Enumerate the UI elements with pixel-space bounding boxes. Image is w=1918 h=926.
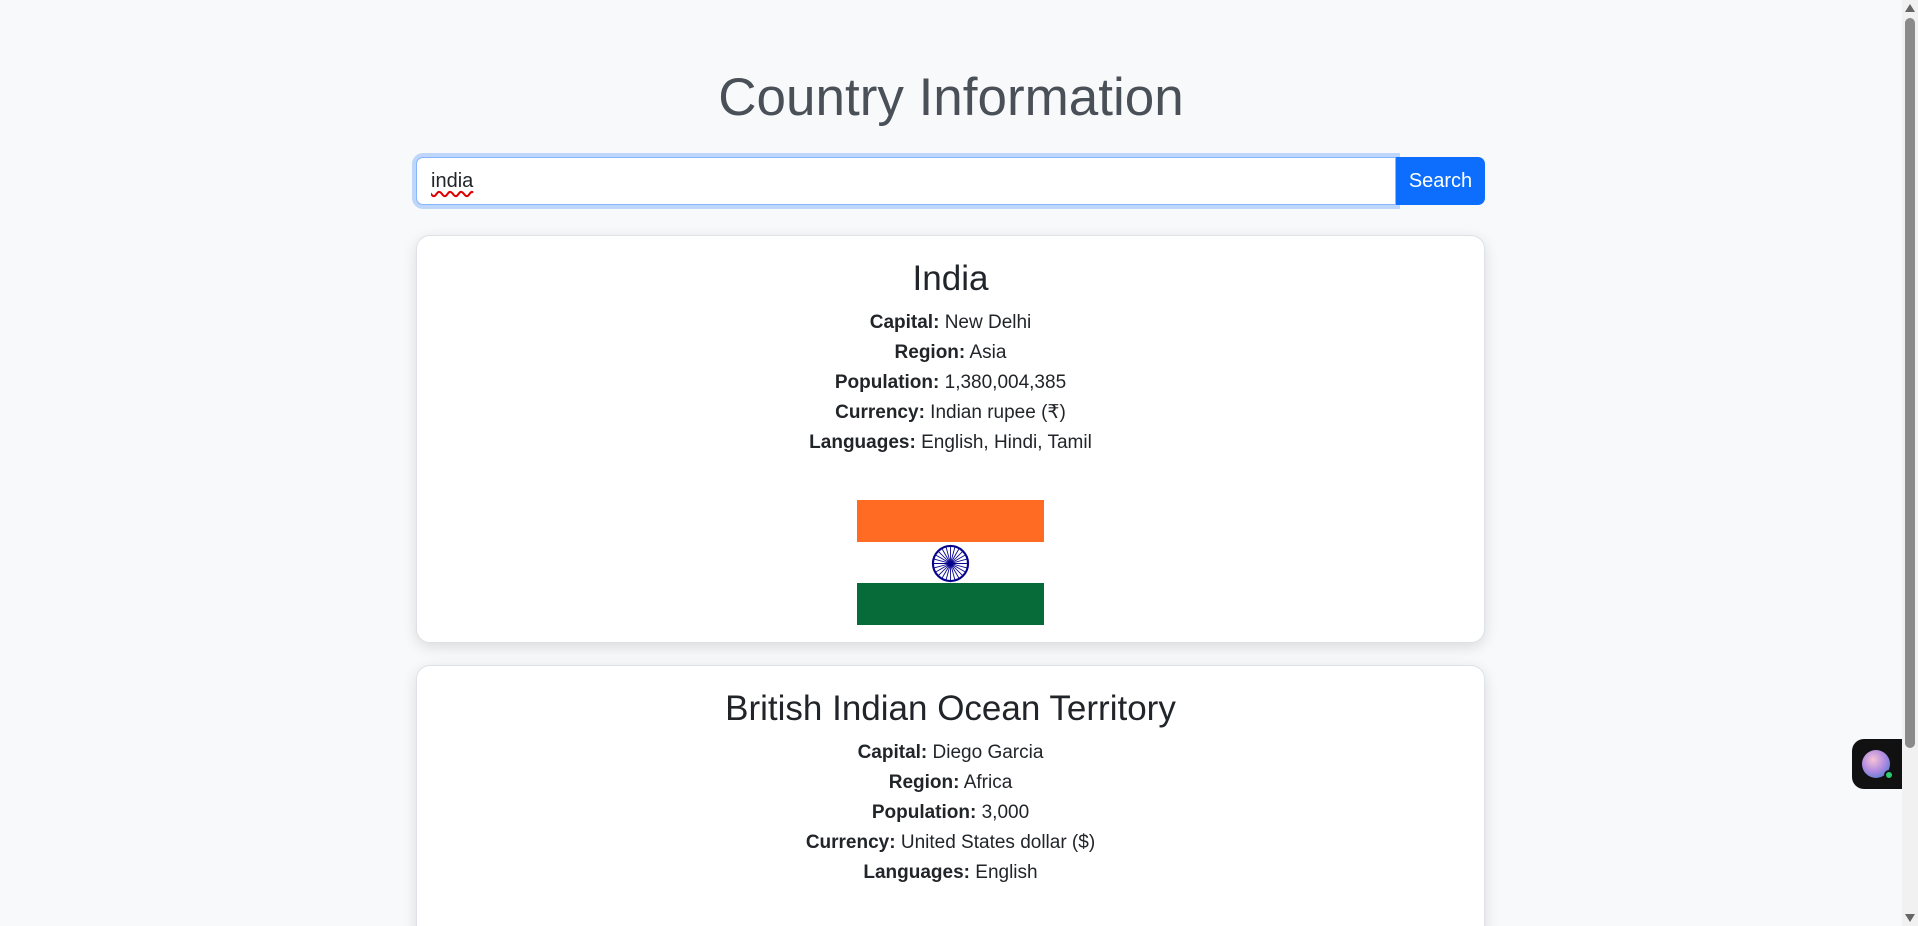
- scroll-down-arrow-icon[interactable]: [1905, 914, 1915, 922]
- languages-row: Languages: English, Hindi, Tamil: [417, 428, 1484, 458]
- field-value: English, Hindi, Tamil: [921, 432, 1092, 453]
- ashoka-chakra-icon: [931, 544, 970, 582]
- field-value: Indian rupee (₹): [930, 402, 1066, 423]
- population-row: Population: 3,000: [417, 798, 1484, 828]
- field-label: Capital:: [869, 312, 940, 333]
- currency-row: Currency: United States dollar ($): [417, 828, 1484, 858]
- country-details: Capital: Diego Garcia Region: Africa Pop…: [417, 738, 1484, 888]
- currency-row: Currency: Indian rupee (₹): [417, 398, 1484, 428]
- india-flag-icon: [857, 500, 1044, 625]
- field-label: Region:: [888, 772, 960, 793]
- online-status-icon: [1884, 770, 1894, 780]
- flag-saffron-stripe: [857, 500, 1044, 542]
- country-name: India: [912, 259, 989, 298]
- country-details: Capital: New Delhi Region: Asia Populati…: [417, 308, 1484, 458]
- region-row: Region: Africa: [417, 768, 1484, 798]
- flag-green-stripe: [857, 583, 1044, 625]
- field-label: Languages:: [863, 862, 970, 883]
- field-value: Diego Garcia: [932, 742, 1044, 763]
- population-row: Population: 1,380,004,385: [417, 368, 1484, 398]
- field-value: English: [975, 862, 1038, 883]
- field-value: Asia: [969, 342, 1007, 363]
- field-label: Currency:: [805, 832, 896, 853]
- scrollbar-thumb[interactable]: [1905, 18, 1915, 748]
- search-input-value: india: [431, 169, 474, 192]
- field-label: Capital:: [857, 742, 928, 763]
- vertical-scrollbar[interactable]: [1902, 0, 1918, 926]
- flag-white-stripe: [857, 541, 1044, 584]
- search-button[interactable]: Search: [1396, 157, 1485, 205]
- field-value: 1,380,004,385: [944, 372, 1067, 393]
- field-value: Africa: [963, 772, 1013, 793]
- country-card: British Indian Ocean Territory Capital: …: [416, 665, 1485, 926]
- field-value: United States dollar ($): [900, 832, 1096, 853]
- country-name: British Indian Ocean Territory: [725, 689, 1176, 728]
- assistant-button[interactable]: [1852, 739, 1902, 789]
- capital-row: Capital: Diego Garcia: [417, 738, 1484, 768]
- search-input[interactable]: india: [416, 157, 1396, 205]
- field-label: Currency:: [835, 402, 925, 423]
- country-card: India Capital: New Delhi Region: Asia Po…: [416, 235, 1485, 643]
- languages-row: Languages: English: [417, 858, 1484, 888]
- field-label: Languages:: [809, 432, 916, 453]
- page-title: Country Information: [718, 68, 1184, 127]
- field-label: Population:: [834, 372, 940, 393]
- field-label: Region:: [894, 342, 966, 363]
- field-value: New Delhi: [944, 312, 1032, 333]
- region-row: Region: Asia: [417, 338, 1484, 368]
- page: Country Information india Search India C…: [0, 0, 1918, 926]
- field-label: Population:: [871, 802, 977, 823]
- scroll-up-arrow-icon[interactable]: [1905, 4, 1915, 12]
- field-value: 3,000: [981, 802, 1030, 823]
- search-bar: india Search: [416, 157, 1485, 205]
- capital-row: Capital: New Delhi: [417, 308, 1484, 338]
